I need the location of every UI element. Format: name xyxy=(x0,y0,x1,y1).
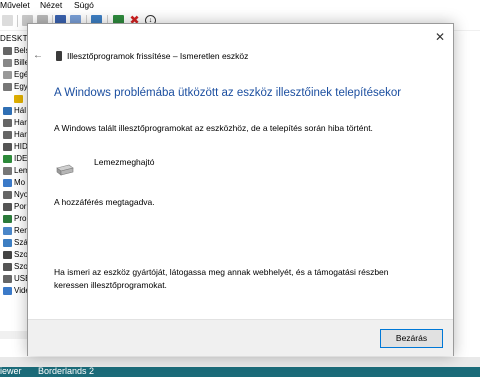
audio-icon xyxy=(3,131,12,139)
tree-item[interactable]: USE xyxy=(0,273,30,285)
tree-item[interactable]: Szo xyxy=(0,261,30,273)
menu-view[interactable]: Nézet xyxy=(40,0,62,10)
software-icon xyxy=(3,251,12,259)
found-drivers-text: A Windows talált illesztőprogramokat az … xyxy=(54,123,373,133)
tree-item[interactable]: Har xyxy=(0,117,30,129)
keyboard-icon xyxy=(3,59,12,67)
tree-item[interactable]: Szá xyxy=(0,237,30,249)
video-icon xyxy=(3,287,12,295)
port-icon xyxy=(3,203,12,211)
back-arrow-icon[interactable]: ← xyxy=(33,51,43,61)
tree-item[interactable]: Egy xyxy=(0,81,30,93)
menu-bar: Művelet Nézet Súgó xyxy=(0,0,480,12)
device-icon xyxy=(56,51,62,61)
tree-item[interactable]: Szo xyxy=(0,249,30,261)
disk-icon xyxy=(3,167,12,175)
tree-item[interactable]: IDE xyxy=(0,153,30,165)
toolbar-separator xyxy=(17,15,18,27)
tree-root-computer[interactable]: DESKTO xyxy=(0,34,30,43)
error-message: A hozzáférés megtagadva. xyxy=(54,197,155,207)
device-icon xyxy=(3,47,12,55)
horizontal-scrollbar[interactable] xyxy=(0,331,28,339)
device-name: Lemezmeghajtó xyxy=(94,157,155,167)
taskbar-item-borderlands[interactable]: Borderlands 2 xyxy=(38,366,94,377)
dialog-title: Illesztőprogramok frissítése – Ismeretle… xyxy=(67,51,249,61)
tree-item-warning[interactable] xyxy=(0,93,30,105)
taskbar-item[interactable]: iewer xyxy=(0,366,22,377)
audio-icon xyxy=(3,119,12,127)
disk-drive-icon xyxy=(56,164,74,176)
monitor-icon xyxy=(3,179,12,187)
ide-icon xyxy=(3,155,12,163)
menu-help[interactable]: Súgó xyxy=(74,0,94,10)
usb-icon xyxy=(3,275,12,283)
tree-item[interactable]: Pro xyxy=(0,213,30,225)
tree-item[interactable]: Har xyxy=(0,129,30,141)
tree-item[interactable]: Ren xyxy=(0,225,30,237)
tree-item[interactable]: Mo xyxy=(0,177,30,189)
menu-action[interactable]: Művelet xyxy=(0,0,30,10)
close-icon[interactable]: ✕ xyxy=(433,30,447,44)
tree-item[interactable]: Nyo xyxy=(0,189,30,201)
warning-icon xyxy=(14,95,23,103)
taskbar: iewer Borderlands 2 xyxy=(0,366,480,377)
hid-icon xyxy=(3,143,12,151)
tree-item[interactable]: Lem xyxy=(0,165,30,177)
computer-icon xyxy=(3,239,12,247)
printer-icon xyxy=(3,191,12,199)
tree-item[interactable]: Bille xyxy=(0,57,30,69)
tree-item[interactable]: Por xyxy=(0,201,30,213)
update-drivers-dialog: ✕ ← Illesztőprogramok frissítése – Ismer… xyxy=(27,23,454,356)
help-text: Ha ismeri az eszköz gyártóját, látogassa… xyxy=(54,267,389,290)
other-devices-icon xyxy=(3,83,12,91)
tree-item[interactable]: Vide xyxy=(0,285,30,297)
tree-item[interactable]: Hál xyxy=(0,105,30,117)
system-icon xyxy=(3,227,12,235)
device-tree: DESKTO Bels Bille Egé Egy Hál Har Har HI… xyxy=(0,31,30,331)
processor-icon xyxy=(3,215,12,223)
back-icon[interactable] xyxy=(2,15,13,26)
close-button[interactable]: Bezárás xyxy=(380,329,443,348)
controller-icon xyxy=(3,263,12,271)
dialog-heading: A Windows problémába ütközött az eszköz … xyxy=(54,87,402,99)
tree-item[interactable]: Bels xyxy=(0,45,30,57)
network-icon xyxy=(3,107,12,115)
tree-item[interactable]: HID xyxy=(0,141,30,153)
mouse-icon xyxy=(3,71,12,79)
tree-item[interactable]: Egé xyxy=(0,69,30,81)
dialog-footer: Bezárás xyxy=(28,319,453,356)
